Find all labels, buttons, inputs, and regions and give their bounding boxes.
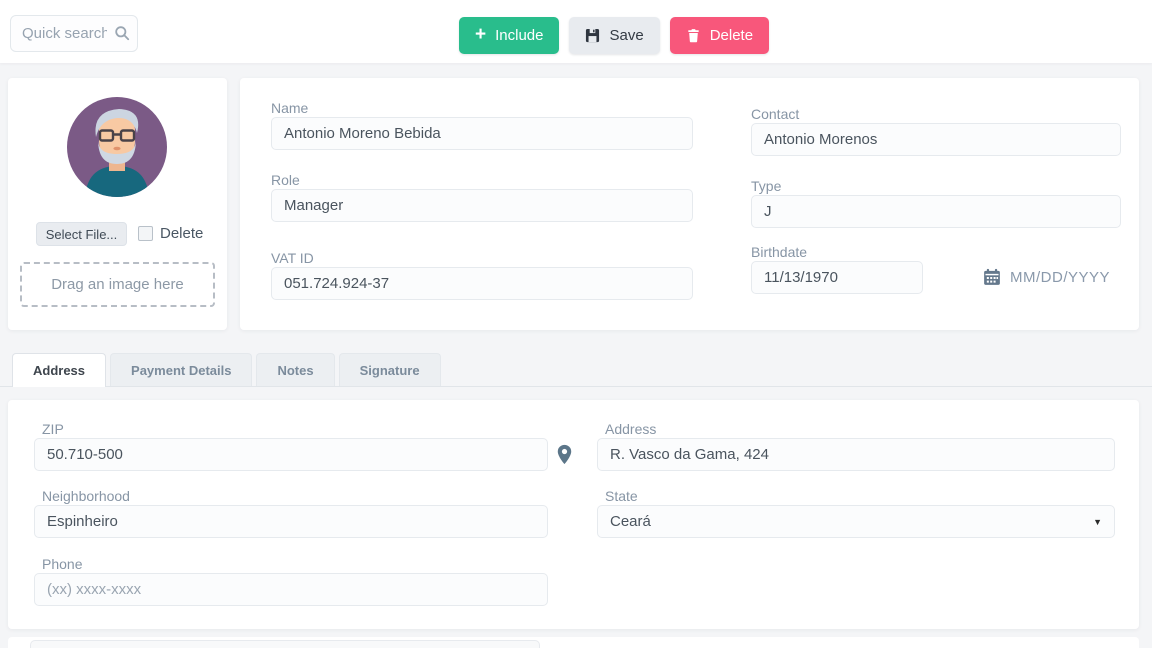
role-label: Role	[271, 172, 300, 188]
delete-button-label: Delete	[710, 27, 753, 44]
zip-field[interactable]	[34, 438, 548, 471]
phone-label: Phone	[42, 556, 82, 572]
delete-photo-option: Delete	[138, 225, 203, 242]
tab-signature[interactable]: Signature	[339, 353, 441, 386]
state-select[interactable]: Ceará ▼	[597, 505, 1115, 538]
customer-form-page: + Include Save Delete	[0, 0, 1152, 648]
address-field[interactable]	[597, 438, 1115, 471]
detail-tabs: Address Payment Details Notes Signature	[12, 353, 441, 387]
include-button-label: Include	[495, 27, 543, 44]
name-field[interactable]	[271, 117, 693, 150]
address-panel: ZIP Address Neighborhood State Ceará ▼ P…	[8, 400, 1139, 629]
delete-photo-checkbox[interactable]	[138, 226, 153, 241]
address-label: Address	[605, 421, 656, 437]
include-button[interactable]: + Include	[459, 17, 559, 54]
toolbar: + Include Save Delete	[0, 0, 1152, 63]
state-select-value: Ceará	[610, 513, 651, 530]
tab-payment-details[interactable]: Payment Details	[110, 353, 252, 386]
birthdate-field[interactable]	[751, 261, 923, 294]
zip-label: ZIP	[42, 421, 64, 437]
avatar	[67, 97, 167, 197]
phone-field[interactable]	[34, 573, 548, 606]
photo-card: Select File... Delete Drag an image here	[8, 78, 227, 330]
image-dropzone-hint: Drag an image here	[51, 276, 184, 293]
vat-id-field[interactable]	[271, 267, 693, 300]
save-icon	[585, 28, 600, 43]
delete-button[interactable]: Delete	[670, 17, 769, 54]
map-pin-icon[interactable]	[556, 444, 573, 465]
birthdate-label: Birthdate	[751, 244, 807, 260]
save-button[interactable]: Save	[569, 17, 659, 54]
date-format-hint: MM/DD/YYYY	[1010, 269, 1110, 286]
save-button-label: Save	[609, 27, 643, 44]
chevron-down-icon: ▼	[1093, 517, 1102, 527]
tab-address[interactable]: Address	[12, 353, 106, 387]
neighborhood-label: Neighborhood	[42, 488, 130, 504]
next-section-partial	[8, 637, 1139, 648]
action-buttons: + Include Save Delete	[459, 17, 769, 54]
contact-label: Contact	[751, 106, 799, 122]
trash-icon	[686, 28, 701, 43]
delete-photo-label: Delete	[160, 225, 203, 242]
tab-notes[interactable]: Notes	[256, 353, 334, 386]
name-label: Name	[271, 100, 308, 116]
search-icon[interactable]	[114, 25, 130, 41]
neighborhood-field[interactable]	[34, 505, 548, 538]
customer-details-card: Name Role VAT ID Contact Type Birthdate …	[240, 78, 1139, 330]
select-file-button[interactable]: Select File...	[36, 222, 127, 246]
calendar-icon[interactable]	[983, 268, 1001, 286]
role-field[interactable]	[271, 189, 693, 222]
type-field[interactable]	[751, 195, 1121, 228]
type-label: Type	[751, 178, 781, 194]
partial-input-top	[30, 640, 540, 648]
plus-icon: +	[475, 25, 486, 44]
contact-field[interactable]	[751, 123, 1121, 156]
quick-search	[10, 15, 138, 52]
image-dropzone[interactable]: Drag an image here	[20, 262, 215, 307]
state-label: State	[605, 488, 638, 504]
vat-id-label: VAT ID	[271, 250, 314, 266]
